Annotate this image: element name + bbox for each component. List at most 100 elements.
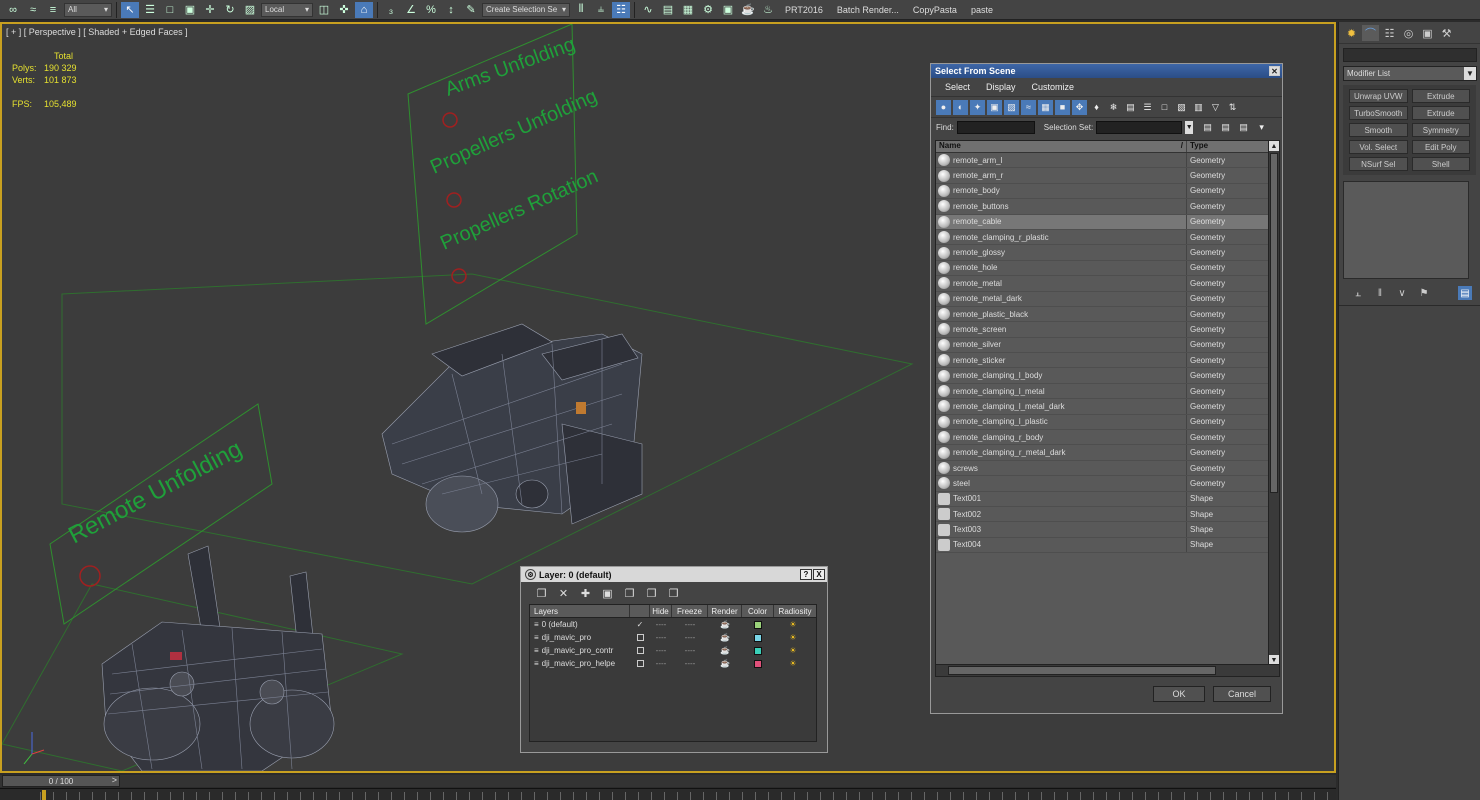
set-current-checkbox[interactable] xyxy=(630,660,650,667)
link-icon[interactable]: ∞ xyxy=(4,2,22,18)
angle-snap-icon[interactable]: ∠ xyxy=(402,2,420,18)
schematic-view-icon[interactable]: ▤ xyxy=(659,2,677,18)
table-row[interactable]: Text004 Shape xyxy=(936,537,1269,554)
toolbar-plugin-paste[interactable]: paste xyxy=(965,5,999,15)
next-frame-arrow[interactable]: > xyxy=(112,775,117,785)
table-row[interactable]: remote_clamping_l_body Geometry xyxy=(936,368,1269,384)
unlink-icon[interactable]: ≈ xyxy=(24,2,42,18)
select-highlighted-icon[interactable]: ▣ xyxy=(600,586,615,600)
table-row[interactable]: remote_plastic_black Geometry xyxy=(936,306,1269,323)
layer-row[interactable]: ≡ dji_mavic_pro_helpe ---- ---- ☕ ☀ xyxy=(530,657,816,670)
modifier-stack[interactable] xyxy=(1343,181,1469,279)
edit-poly-button[interactable]: Edit Poly xyxy=(1411,140,1470,154)
highlight-selected-icon[interactable]: ❐ xyxy=(622,586,637,600)
selection-set-input[interactable] xyxy=(1096,120,1183,134)
teapot-icon[interactable]: ♨ xyxy=(759,2,777,18)
move-icon[interactable]: ✛ xyxy=(201,2,219,18)
bind-spacewarp-icon[interactable]: ≡ xyxy=(44,2,62,18)
display-invert-icon[interactable]: ▧ xyxy=(1174,100,1189,115)
hide-toggle[interactable]: ---- xyxy=(650,633,672,642)
configure-modifier-sets-icon[interactable]: ▤ xyxy=(1458,286,1472,300)
freeze-toggle[interactable]: ---- xyxy=(672,633,708,642)
layer-color-swatch[interactable] xyxy=(742,646,774,655)
column-name[interactable]: Name xyxy=(939,141,961,152)
unwrap-uvw-button[interactable]: Unwrap UVW xyxy=(1349,89,1408,103)
hide-toggle[interactable]: ---- xyxy=(650,659,672,668)
table-row[interactable]: remote_screen Geometry xyxy=(936,322,1269,338)
table-row[interactable]: remote_clamping_r_metal_dark Geometry xyxy=(936,445,1269,461)
render-teapot-icon[interactable]: ☕ xyxy=(708,659,742,668)
col-color[interactable]: Color xyxy=(742,605,774,617)
pin-stack-icon[interactable]: ⫠ xyxy=(1351,286,1365,300)
delete-layer-icon[interactable]: ✕ xyxy=(556,586,571,600)
table-row[interactable]: remote_buttons Geometry xyxy=(936,199,1269,215)
table-row[interactable]: remote_glossy Geometry xyxy=(936,245,1269,261)
filter-icon[interactable]: ▽ xyxy=(1208,100,1223,115)
utilities-tab-icon[interactable]: ⚒ xyxy=(1438,25,1455,41)
display-children-icon[interactable]: ▥ xyxy=(1191,100,1206,115)
render-production-icon[interactable]: ☕ xyxy=(739,2,757,18)
object-name-field[interactable] xyxy=(1343,48,1477,62)
table-row[interactable]: remote_arm_l Geometry xyxy=(936,153,1269,169)
display-containers-icon[interactable]: ♦ xyxy=(1089,100,1104,115)
percent-snap-icon[interactable]: % xyxy=(422,2,440,18)
display-spacewarps-icon[interactable]: ≈ xyxy=(1021,99,1036,115)
toolbar-plugin-copypasta[interactable]: CopyPasta xyxy=(907,5,963,15)
display-frozen-icon[interactable]: ❄ xyxy=(1106,100,1121,115)
layer-color-swatch[interactable] xyxy=(742,633,774,642)
set-current-checkbox[interactable] xyxy=(630,647,650,654)
vertical-scrollbar[interactable]: ▲ ▼ xyxy=(1268,141,1279,665)
curve-editor-icon[interactable]: ∿ xyxy=(639,2,657,18)
display-none-icon[interactable]: □ xyxy=(1157,100,1172,115)
set-current-checkbox[interactable] xyxy=(630,634,650,641)
symmetry-button[interactable]: Symmetry xyxy=(1411,123,1470,137)
layer-row[interactable]: ≡ 0 (default) ✓ ---- ---- ☕ ☀ xyxy=(530,618,816,631)
toolbar-plugin-batch-render[interactable]: Batch Render... xyxy=(831,5,905,15)
freeze-toggle[interactable]: ---- xyxy=(672,659,708,668)
display-groups-icon[interactable]: ▦ xyxy=(1038,99,1053,115)
display-tab-icon[interactable]: ▣ xyxy=(1419,25,1436,41)
make-unique-icon[interactable]: ∨ xyxy=(1395,286,1409,300)
remote-model[interactable] xyxy=(101,545,335,771)
scene-object-list[interactable]: Name / Type remote_arm_l Geometry remote_ar… xyxy=(935,140,1280,677)
spinner-snap-icon[interactable]: ↕ xyxy=(442,2,460,18)
table-row[interactable]: remote_clamping_l_plastic Geometry xyxy=(936,414,1269,431)
display-helpers-icon[interactable]: ▨ xyxy=(1004,99,1019,115)
layer-color-swatch[interactable] xyxy=(742,659,774,668)
render-teapot-icon[interactable]: ☕ xyxy=(708,646,742,655)
sfs-menu-display[interactable]: Display xyxy=(986,82,1016,92)
radiosity-icon[interactable]: ☀ xyxy=(774,620,812,629)
table-row[interactable]: remote_metal Geometry xyxy=(936,276,1269,292)
scale-icon[interactable]: ▨ xyxy=(241,2,259,18)
render-teapot-icon[interactable]: ☕ xyxy=(708,620,742,629)
radiosity-icon[interactable]: ☀ xyxy=(774,633,812,642)
cancel-button[interactable]: Cancel xyxy=(1213,686,1271,702)
named-selection-dropdown[interactable]: Create Selection Se ▾ xyxy=(482,2,570,17)
chevron-down-icon[interactable]: ▼ xyxy=(1185,120,1194,134)
hide-toggle[interactable]: ---- xyxy=(650,646,672,655)
sfs-title-bar[interactable]: Select From Scene ✕ xyxy=(931,64,1282,78)
smooth-button[interactable]: Smooth xyxy=(1349,123,1408,137)
sfs-menu-select[interactable]: Select xyxy=(945,82,970,92)
render-teapot-icon[interactable]: ☕ xyxy=(708,633,742,642)
render-setup-icon[interactable]: ⚙ xyxy=(699,2,717,18)
table-row[interactable]: remote_cable Geometry xyxy=(936,214,1269,230)
hide-unhide-all-icon[interactable]: ❐ xyxy=(644,586,659,600)
select-by-name-icon[interactable]: ☰ xyxy=(141,2,159,18)
help-button[interactable]: ? xyxy=(800,569,812,580)
shell-button[interactable]: Shell xyxy=(1411,157,1470,171)
mirror-icon[interactable]: ⫴ xyxy=(572,2,590,18)
create-selection-set-icon[interactable]: ▤ xyxy=(1200,120,1215,135)
display-xrefs-icon[interactable]: ■ xyxy=(1055,99,1070,115)
scrollbar-thumb[interactable] xyxy=(1270,153,1278,493)
selection-filter-dropdown[interactable]: All ▾ xyxy=(64,2,112,17)
table-row[interactable]: screws Geometry xyxy=(936,460,1269,477)
layer-row[interactable]: ≡ dji_mavic_pro_contr ---- ---- ☕ ☀ xyxy=(530,644,816,657)
horizontal-scrollbar[interactable] xyxy=(936,664,1279,676)
find-options-icon[interactable]: ▾ xyxy=(1254,120,1269,135)
table-row[interactable]: remote_clamping_l_metal Geometry xyxy=(936,383,1269,400)
remove-modifier-icon[interactable]: ⚑ xyxy=(1417,286,1431,300)
sfs-menu-customize[interactable]: Customize xyxy=(1032,82,1075,92)
freeze-toggle[interactable]: ---- xyxy=(672,620,708,629)
table-row[interactable]: remote_silver Geometry xyxy=(936,337,1269,354)
